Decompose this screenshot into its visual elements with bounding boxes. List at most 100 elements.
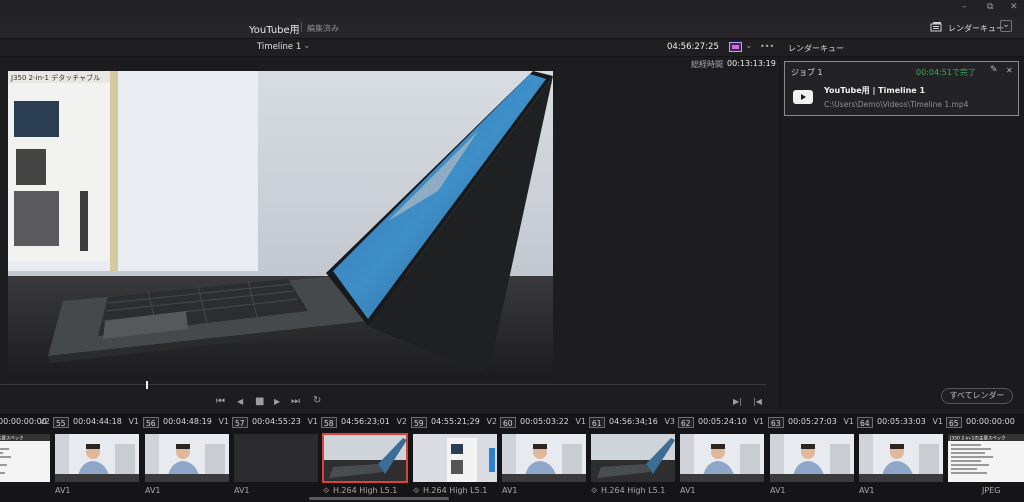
play-button[interactable]: ▶ [274, 397, 280, 406]
person-thumbnail-image [770, 434, 854, 482]
clip-display-icon[interactable] [729, 42, 742, 55]
person-thumbnail-image [680, 434, 764, 482]
clip-item[interactable]: 59 04:55:21;29 V2 ⟐ H.264 High L5.1 [411, 414, 499, 501]
clip-timecode: 04:56:23;01 [341, 417, 390, 426]
svg-text:J350 2-in-1の主要スペック: J350 2-in-1の主要スペック [0, 435, 24, 442]
playhead[interactable] [146, 381, 148, 389]
clip-codec: JPEG [982, 486, 1001, 495]
clip-track: V2 [39, 417, 50, 426]
clip-codec: AV1 [859, 486, 875, 495]
strip-scrollbar[interactable] [309, 497, 449, 500]
laptop-thumbnail-image [323, 434, 407, 482]
clip-header: 59 04:55:21;29 V2 [411, 417, 499, 429]
mark-out-button[interactable]: |◀ [753, 397, 762, 406]
clip-timecode: 04:55:21;29 [431, 417, 480, 426]
divider [301, 22, 302, 32]
close-icon[interactable]: ✕ [1006, 66, 1013, 75]
clip-item[interactable]: 58 04:56:23;01 V2 ⟐ H.264 High L5.1 [321, 414, 409, 501]
clip-track: V1 [575, 417, 586, 426]
more-options-icon[interactable]: ••• [760, 42, 774, 51]
clip-thumbnail[interactable] [234, 434, 318, 482]
clip-item[interactable]: 55 00:04:44:18 V1 AV1 [53, 414, 141, 501]
clip-thumbnail[interactable] [680, 434, 764, 482]
mark-in-button[interactable]: ▶| [733, 397, 742, 406]
video-preview[interactable]: J350 2-in-1 デタッチャブル [8, 71, 553, 378]
clip-thumbnail[interactable] [502, 434, 586, 482]
render-queue-header: レンダーキュー [779, 39, 1024, 57]
clip-item[interactable]: 6500:00:00:00VJ350 2-in-1の主要スペックJPEG [946, 414, 1024, 501]
job-title: ジョブ 1 [791, 68, 823, 77]
clip-header: 62 00:05:24:10 V1 [678, 417, 766, 429]
document-thumbnail-image: J350 2-in-1の主要スペック [0, 434, 50, 482]
clip-thumbnail[interactable]: J350 2-in-1の主要スペック [948, 434, 1024, 482]
clip-item[interactable]: 57 00:04:55:23 V1 AV1 [232, 414, 320, 501]
close-button[interactable]: ✕ [1010, 2, 1018, 12]
project-status: 編集済み [307, 24, 339, 33]
clip-track: V2 [396, 417, 407, 426]
clip-header: 55 00:04:44:18 V1 [53, 417, 141, 429]
clip-thumbnail[interactable] [591, 434, 675, 482]
clip-header: 57 00:04:55:23 V1 [232, 417, 320, 429]
play-reverse-button[interactable]: ◀ [237, 397, 243, 406]
clip-number: 62 [678, 417, 694, 428]
clip-thumbnail[interactable] [859, 434, 943, 482]
clip-header: 61 04:56:34;16 V3 [589, 417, 677, 429]
clip-number: 60 [500, 417, 516, 428]
chevron-down-icon[interactable]: ⌄ [303, 41, 311, 51]
clip-thumbnail[interactable] [55, 434, 139, 482]
clip-header: 56 00:04:48:19 V1 [143, 417, 231, 429]
clip-codec: H.264 High L5.1 [423, 486, 488, 495]
clip-item[interactable]: 64 00:05:33:03 V1 AV1 [857, 414, 945, 501]
clip-thumbnail[interactable]: J350 2-in-1の主要スペック [0, 434, 50, 482]
laptop-thumbnail-image [591, 434, 675, 482]
clip-thumbnail[interactable] [413, 434, 497, 482]
render-all-button[interactable]: すべてレンダー [941, 388, 1013, 404]
render-queue-toggle[interactable]: レンダーキュー [948, 23, 1004, 34]
stop-button[interactable]: ■ [255, 396, 264, 407]
go-to-last-button[interactable]: ⏭ [291, 396, 300, 407]
product-box-image [8, 71, 118, 271]
minimize-button[interactable]: – [962, 2, 967, 12]
clip-track: V2 [486, 417, 497, 426]
clip-header: 58 04:56:23;01 V2 [321, 417, 409, 429]
document-thumbnail-image: J350 2-in-1の主要スペック [948, 434, 1024, 482]
clip-header: 64 00:05:33:03 V1 [857, 417, 945, 429]
clip-timecode: 00:00:00:00 [966, 417, 1015, 426]
scrub-bar[interactable] [0, 384, 766, 385]
box-thumbnail-image [413, 434, 497, 482]
restore-button[interactable]: ⧉ [987, 2, 993, 12]
clip-item[interactable]: 00:00:00:00V2 J350 2-in-1の主要スペック [0, 414, 52, 501]
expand-button[interactable]: ⌄ [1000, 20, 1012, 32]
render-job-card[interactable]: ジョブ 1 00:04:51で完了 ✎ ✕ YouTube用 | Timelin… [784, 61, 1019, 116]
clip-item[interactable]: 56 00:04:48:19 V1 AV1 [143, 414, 231, 501]
clip-number: 56 [143, 417, 159, 428]
clip-thumbnail[interactable] [145, 434, 229, 482]
clip-thumbnail[interactable] [322, 433, 408, 483]
app-header: YouTube用 編集済み レンダーキュー ⌄ [0, 17, 1024, 39]
clip-codec: H.264 High L5.1 [601, 486, 666, 495]
edit-icon[interactable]: ✎ [990, 65, 998, 75]
go-to-first-button[interactable]: ⏮ [216, 396, 225, 407]
loop-button[interactable]: ↻ [313, 395, 321, 406]
person-thumbnail-image [55, 434, 139, 482]
clip-item[interactable]: 63 00:05:27:03 V1 AV1 [768, 414, 856, 501]
person-thumbnail-image [859, 434, 943, 482]
clip-number: 57 [232, 417, 248, 428]
chevron-down-icon[interactable]: ⌄ [745, 41, 753, 51]
clip-number: 63 [768, 417, 784, 428]
clip-thumbnail[interactable] [770, 434, 854, 482]
clip-item[interactable]: 60 00:05:03:22 V1 AV1 [500, 414, 588, 501]
clip-timecode: 00:05:33:03 [877, 417, 926, 426]
clip-item[interactable]: 61 04:56:34;16 V3 ⟐ H.264 High L5.1 [589, 414, 677, 501]
clip-item[interactable]: 62 00:05:24:10 V1 AV1 [678, 414, 766, 501]
clip-number: 65 [946, 417, 962, 428]
timeline-name[interactable]: Timeline 1 [257, 42, 301, 52]
link-icon: ⟐ [413, 486, 420, 495]
clip-timecode: 00:05:24:10 [698, 417, 747, 426]
viewer-timecode[interactable]: 04:56:27:25 [667, 42, 719, 52]
viewer-header: Timeline 1 ⌄ 04:56:27:25 ⌄ ••• [0, 39, 778, 57]
viewer-subbar: 総経時間 00:13:13:19 [0, 57, 778, 71]
render-queue-icon[interactable] [930, 21, 942, 35]
clip-timecode: 00:04:44:18 [73, 417, 122, 426]
clip-timecode: 00:05:27:03 [788, 417, 837, 426]
